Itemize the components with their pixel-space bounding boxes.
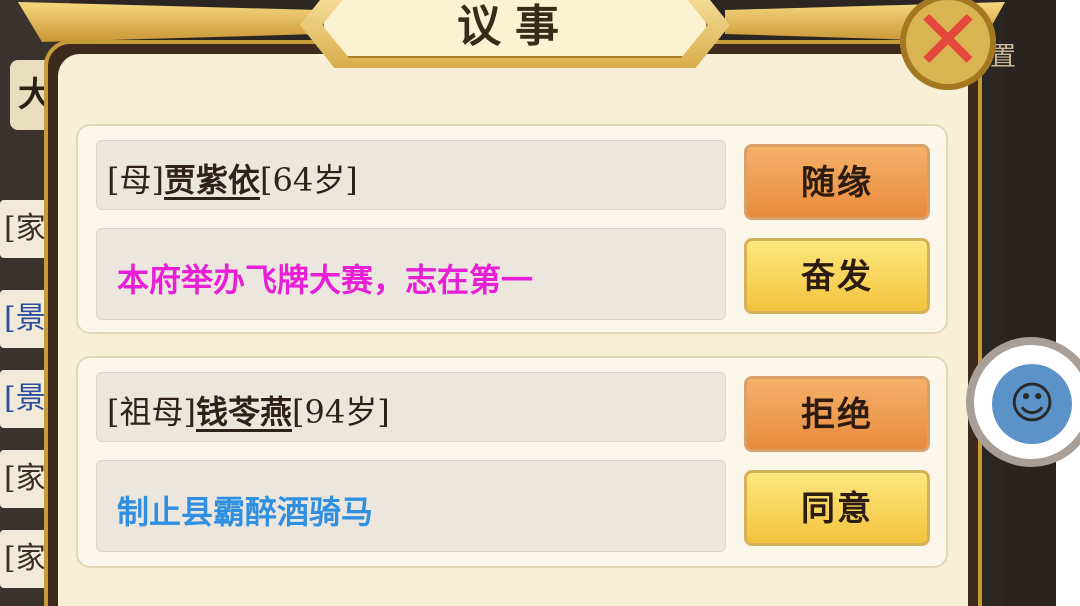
person-line: [母]贾紫依[64岁] (107, 155, 358, 201)
choice-button-jujue[interactable]: 拒绝 (744, 376, 930, 452)
event-box: 本府举办飞牌大赛，志在第一 (96, 228, 726, 320)
choice-button-suiyuan[interactable]: 随缘 (744, 144, 930, 220)
header-wing-left (18, 2, 318, 42)
close-button[interactable]: ✕ (900, 0, 996, 90)
proposal-card: [祖母]钱苓燕[94岁] 制止县霸醉酒骑马 拒绝 同意 (76, 356, 948, 568)
event-box: 制止县霸醉酒骑马 (96, 460, 726, 552)
person-relation: [母] (107, 161, 164, 199)
person-line: [祖母]钱苓燕[94岁] (107, 387, 390, 433)
person-age: [64岁] (260, 161, 358, 199)
proposal-card: [母]贾紫依[64岁] 本府举办飞牌大赛，志在第一 随缘 奋发 (76, 124, 948, 334)
screen-edge (1056, 0, 1080, 606)
person-age: [94岁] (292, 393, 390, 431)
close-icon: ✕ (912, 0, 984, 89)
choice-button-fenfa[interactable]: 奋发 (744, 238, 930, 314)
event-text: 本府举办飞牌大赛，志在第一 (117, 261, 534, 299)
event-text: 制止县霸醉酒骑马 (117, 493, 374, 531)
person-info-box: [母]贾紫依[64岁] (96, 140, 726, 210)
person-name[interactable]: 钱苓燕 (196, 393, 292, 431)
choice-button-tongyi[interactable]: 同意 (744, 470, 930, 546)
person-name[interactable]: 贾紫依 (164, 161, 260, 199)
person-info-box: [祖母]钱苓燕[94岁] (96, 372, 726, 442)
modal-title: 议事 (322, 0, 708, 58)
person-relation: [祖母] (107, 393, 196, 431)
background-right-panel (1005, 0, 1056, 606)
monkey-avatar-icon[interactable]: ☺ (992, 364, 1072, 444)
